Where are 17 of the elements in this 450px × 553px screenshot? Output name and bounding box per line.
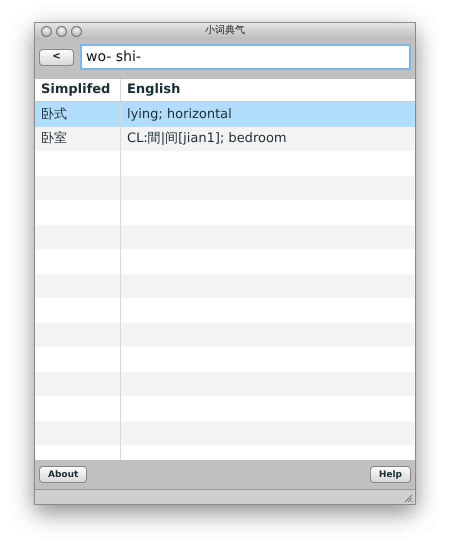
table-cell-text: lying; horizontal [127,106,232,124]
about-button[interactable]: About [39,466,88,483]
help-button[interactable]: Help [370,466,411,483]
table-cell-text: CL:間|间[jian1]; bedroom [127,130,287,148]
column-header[interactable]: Simplifed [41,80,110,100]
window-title: 小词典气 [205,25,245,36]
table-cell-text: 卧式 [41,106,67,124]
table-cell-text: 卧室 [41,130,67,148]
minimize-button[interactable] [56,26,67,36]
table-row[interactable]: 卧室 CL:間|间[jian1]; bedroom [35,126,415,151]
search-field[interactable]: wo- shi- [80,44,411,70]
column-header[interactable]: English [127,80,180,100]
table-row[interactable]: 卧式 lying; horizontal [35,102,415,126]
close-button[interactable] [41,26,52,36]
resize-grip-icon[interactable] [403,493,413,503]
back-button[interactable]: < [39,48,74,66]
zoom-button[interactable] [71,26,82,36]
